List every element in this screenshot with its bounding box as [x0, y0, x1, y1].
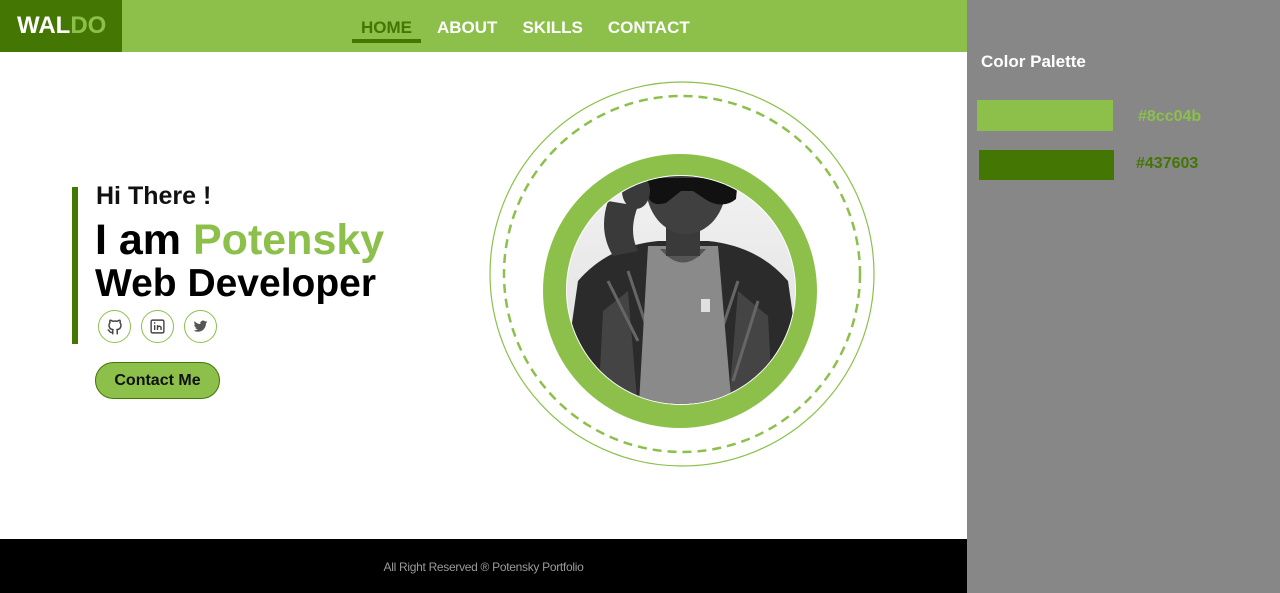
swatch-dark-green: [979, 150, 1114, 180]
intro-text: I am: [95, 216, 182, 264]
top-header: WALDO HOME ABOUT SKILLS CONTACT: [0, 0, 967, 52]
twitter-icon: [193, 320, 208, 332]
contact-me-button[interactable]: Contact Me: [95, 362, 220, 399]
page-footer: All Right Reserved ® Potensky Portfolio: [0, 539, 967, 593]
social-links: [98, 310, 227, 343]
profile-portrait: [489, 81, 875, 467]
github-link[interactable]: [98, 310, 131, 343]
nav-about[interactable]: ABOUT: [437, 0, 506, 52]
hero-role: Web Developer: [95, 262, 377, 305]
github-icon: [107, 319, 122, 334]
twitter-link[interactable]: [184, 310, 217, 343]
hero-accent-bar: [72, 187, 78, 344]
nav-contact[interactable]: CONTACT: [608, 0, 699, 52]
site-logo[interactable]: WALDO: [0, 0, 122, 52]
swatch-light-green: [977, 100, 1113, 131]
hex-dark-green: #437603: [1136, 155, 1199, 172]
nav-skills[interactable]: SKILLS: [522, 0, 591, 52]
footer-copyright: All Right Reserved ® Potensky Portfolio: [383, 560, 584, 574]
main-nav: HOME ABOUT SKILLS CONTACT: [352, 0, 715, 52]
hero-intro: I am Potensky: [95, 216, 384, 265]
hero-name: Potensky: [193, 216, 385, 264]
logo-part-1: WAL: [17, 12, 71, 39]
hex-light-green: #8cc04b: [1138, 108, 1202, 125]
color-palette-panel: Color Palette #8cc04b #437603: [967, 0, 1280, 593]
nav-home[interactable]: HOME: [352, 0, 421, 52]
logo-part-2: DO: [70, 12, 107, 39]
hero-greeting: Hi There !: [96, 182, 212, 210]
linkedin-link[interactable]: [141, 310, 174, 343]
palette-title: Color Palette: [981, 52, 1086, 71]
linkedin-icon: [150, 319, 165, 334]
